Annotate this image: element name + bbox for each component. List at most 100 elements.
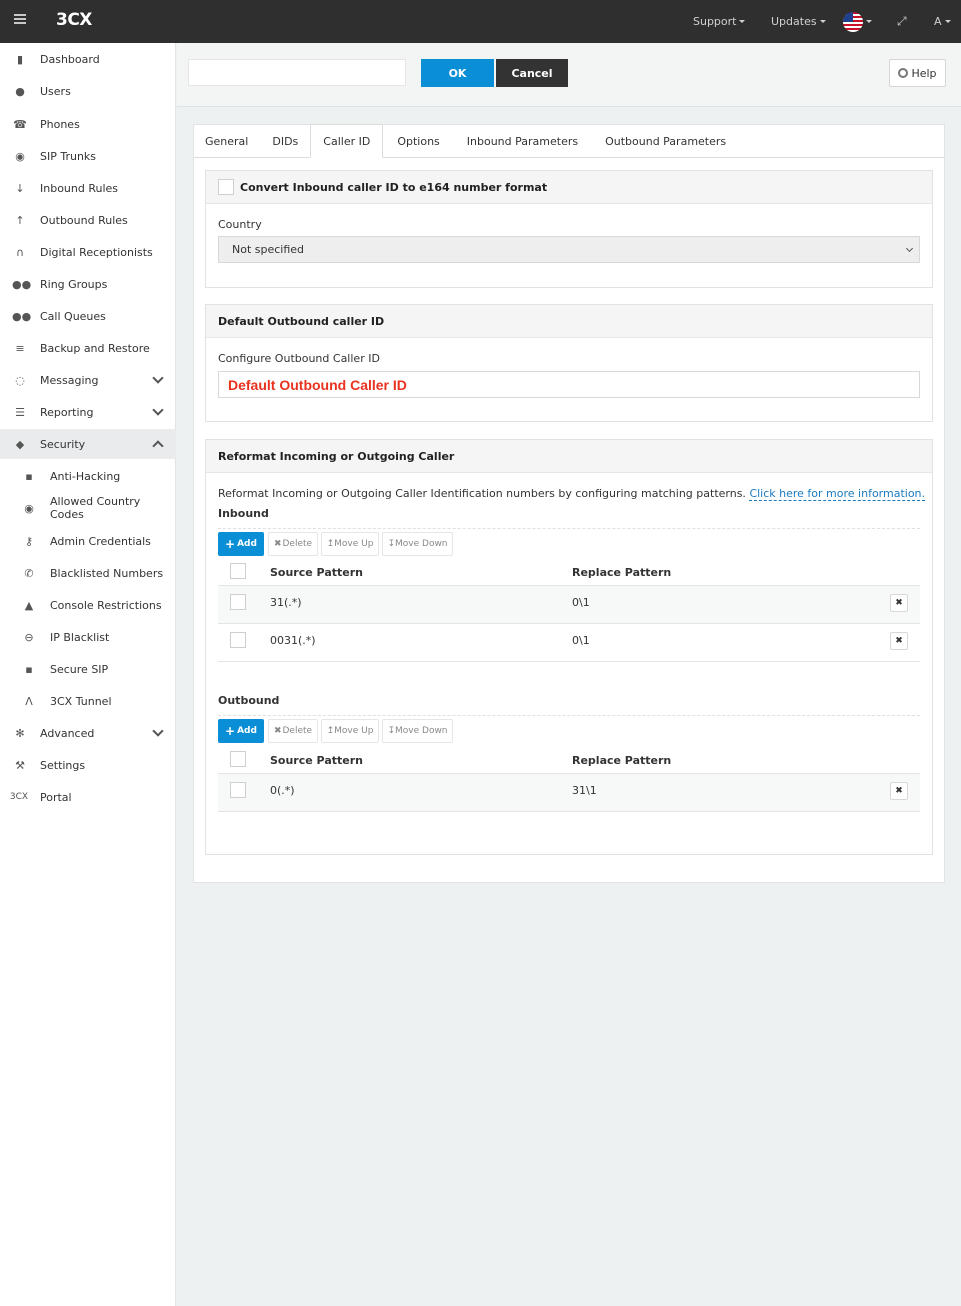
outbound-select-all-checkbox[interactable]	[230, 751, 246, 767]
plus-icon: +	[225, 724, 236, 738]
table-row[interactable]: 31(.*) 0\1 ✖	[218, 586, 920, 624]
chevron-down-icon[interactable]	[152, 372, 164, 384]
replace-pattern-header: Replace Pattern	[572, 566, 672, 579]
inbound-add-button[interactable]: + Add	[218, 532, 264, 556]
sidebar-item-inbound-rules[interactable]: ↓ Inbound Rules	[0, 173, 176, 203]
inbound-move-up-button[interactable]: ↥ Move Up	[321, 532, 379, 556]
remove-row-button[interactable]: ✖	[890, 594, 908, 612]
chevron-up-icon[interactable]	[152, 440, 164, 452]
inbound-move-down-button[interactable]: ↧ Move Down	[382, 532, 453, 556]
sidebar-item-ip-blacklist[interactable]: ⊖ IP Blacklist	[0, 622, 176, 652]
replace-pattern-cell: 31\1	[572, 784, 597, 797]
sidebar-item-backup-restore[interactable]: ≡ Backup and Restore	[0, 333, 176, 363]
sidebar-item-messaging[interactable]: ◌ Messaging	[0, 365, 176, 395]
group-icon: ●●	[12, 277, 32, 291]
database-icon: ≡	[15, 341, 25, 355]
more-info-link[interactable]: Click here for more information.	[749, 487, 926, 501]
chevron-down-icon[interactable]	[152, 725, 164, 737]
sidebar-item-admin-credentials[interactable]: ⚷ Admin Credentials	[0, 526, 176, 556]
chevron-down-icon	[905, 244, 914, 253]
outbound-delete-button[interactable]: ✖ Delete	[268, 719, 318, 743]
arrow-up-icon: ↑	[15, 213, 25, 227]
3cx-logo[interactable]: 3CX	[56, 10, 92, 30]
tab-options[interactable]: Options	[383, 124, 453, 158]
user-menu[interactable]: A	[934, 0, 951, 43]
3cx-logo-icon: 3CX	[9, 792, 29, 802]
convert-panel: Convert Inbound caller ID to e164 number…	[205, 170, 933, 288]
globe-icon: ◉	[15, 149, 25, 163]
name-input[interactable]	[188, 59, 406, 86]
convert-panel-header: Convert Inbound caller ID to e164 number…	[206, 171, 932, 204]
close-icon: ✖	[273, 539, 282, 549]
sidebar-item-security[interactable]: ◆ Security	[0, 429, 176, 459]
source-pattern-cell: 0(.*)	[270, 784, 295, 797]
fullscreen-button[interactable]: ⤢	[897, 0, 907, 43]
sidebar-item-settings[interactable]: ⚒ Settings	[0, 750, 176, 780]
table-row[interactable]: 0031(.*) 0\1 ✖	[218, 624, 920, 662]
sidebar-item-allowed-country-codes[interactable]: ◉ Allowed Country Codes	[0, 493, 176, 523]
inbound-select-all-checkbox[interactable]	[230, 563, 246, 579]
warning-icon: ▲	[24, 598, 34, 612]
expand-icon: ⤢	[897, 14, 907, 28]
help-button[interactable]: Help	[889, 59, 946, 87]
tab-dids[interactable]: DIDs	[260, 124, 310, 158]
sidebar-item-anti-hacking[interactable]: ▪ Anti-Hacking	[0, 461, 176, 491]
replace-pattern-cell: 0\1	[572, 634, 590, 647]
bar-chart-icon: ▮	[16, 52, 24, 66]
hamburger-menu-icon[interactable]	[14, 14, 26, 26]
country-select[interactable]: Not specified	[218, 236, 920, 263]
cancel-button[interactable]: Cancel	[496, 59, 568, 87]
sidebar-item-users[interactable]: ● Users	[0, 76, 176, 106]
support-menu[interactable]: Support	[693, 0, 746, 43]
tab-inbound-parameters[interactable]: Inbound Parameters	[454, 124, 591, 158]
configure-outbound-label: Configure Outbound Caller ID	[218, 352, 380, 365]
sidebar-item-reporting[interactable]: ☰ Reporting	[0, 397, 176, 427]
ok-button[interactable]: OK	[421, 59, 494, 87]
tab-outbound-parameters[interactable]: Outbound Parameters	[591, 124, 740, 158]
gear-icon: ✻	[15, 726, 25, 740]
ban-icon: ⊖	[24, 630, 34, 644]
row-checkbox[interactable]	[230, 594, 246, 610]
sidebar-item-ring-groups[interactable]: ●● Ring Groups	[0, 269, 176, 299]
top-navbar: 3CX Support Updates ⤢ A	[0, 0, 961, 43]
outbound-move-up-button[interactable]: ↥ Move Up	[321, 719, 379, 743]
user-icon: ●	[15, 84, 25, 98]
lock-icon: ▪	[25, 662, 33, 676]
chevron-down-icon[interactable]	[152, 404, 164, 416]
row-checkbox[interactable]	[230, 632, 246, 648]
shield-icon: ◆	[15, 437, 25, 451]
table-row[interactable]: 0(.*) 31\1 ✖	[218, 774, 920, 812]
sidebar-item-phones[interactable]: ☎ Phones	[0, 109, 176, 139]
tab-general[interactable]: General	[193, 124, 260, 158]
sidebar-item-console-restrictions[interactable]: ▲ Console Restrictions	[0, 590, 176, 620]
key-icon: ⚷	[24, 534, 34, 548]
outbound-add-button[interactable]: + Add	[218, 719, 264, 743]
chat-icon: ◌	[15, 373, 25, 387]
road-icon: Λ	[25, 694, 33, 708]
users-icon: ●●	[12, 309, 32, 323]
outbound-move-down-button[interactable]: ↧ Move Down	[382, 719, 453, 743]
sidebar-item-call-queues[interactable]: ●● Call Queues	[0, 301, 176, 331]
sidebar-item-digital-receptionists[interactable]: ∩ Digital Receptionists	[0, 237, 176, 267]
outbound-caller-id-field[interactable]: Default Outbound Caller ID	[218, 371, 920, 398]
sidebar-item-advanced[interactable]: ✻ Advanced	[0, 718, 176, 748]
sidebar-item-secure-sip[interactable]: ▪ Secure SIP	[0, 654, 176, 684]
sidebar-item-sip-trunks[interactable]: ◉ SIP Trunks	[0, 141, 176, 171]
source-pattern-cell: 31(.*)	[270, 596, 302, 609]
convert-e164-checkbox[interactable]	[218, 179, 234, 195]
divider	[218, 528, 920, 529]
tab-caller-id[interactable]: Caller ID	[310, 124, 384, 158]
replace-pattern-cell: 0\1	[572, 596, 590, 609]
row-checkbox[interactable]	[230, 782, 246, 798]
sidebar-item-dashboard[interactable]: ▮ Dashboard	[0, 44, 176, 74]
inbound-delete-button[interactable]: ✖ Delete	[268, 532, 318, 556]
language-menu[interactable]	[843, 0, 872, 43]
sidebar-item-outbound-rules[interactable]: ↑ Outbound Rules	[0, 205, 176, 235]
sidebar-item-3cx-tunnel[interactable]: Λ 3CX Tunnel	[0, 686, 176, 716]
sidebar-item-blacklisted-numbers[interactable]: ✆ Blacklisted Numbers	[0, 558, 176, 588]
remove-row-button[interactable]: ✖	[890, 632, 908, 650]
sidebar-item-portal[interactable]: 3CX Portal	[0, 782, 176, 812]
remove-row-button[interactable]: ✖	[890, 782, 908, 800]
updates-menu[interactable]: Updates	[771, 0, 826, 43]
lock-icon: ▪	[25, 469, 33, 483]
